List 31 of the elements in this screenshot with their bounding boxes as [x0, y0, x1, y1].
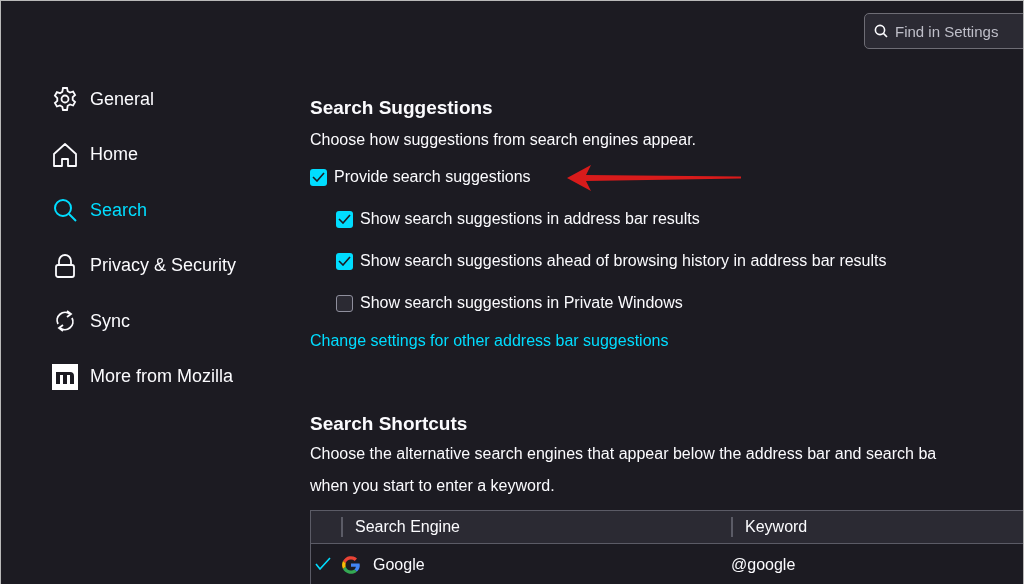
g-logo-icon [341, 555, 361, 575]
checkbox[interactable] [336, 210, 353, 228]
checkbox-label: Show search suggestions ahead of browsing history in address bar results [360, 252, 887, 270]
sidebar-item[interactable]: Sync [52, 301, 310, 341]
checkbox[interactable] [310, 168, 327, 186]
checkbox-label: Show search suggestions in address bar results [360, 210, 700, 228]
sidebar-item[interactable]: More from Mozilla [52, 356, 310, 397]
search-icon [874, 24, 888, 38]
sidebar-item[interactable]: Home [52, 134, 310, 175]
sidebar-item[interactable]: Search [52, 190, 310, 230]
engine-name: Google [373, 556, 425, 574]
checkbox[interactable] [336, 294, 353, 312]
sidebar-item[interactable]: General [52, 79, 310, 119]
checkbox-label: Show search suggestions in Private Windows [360, 294, 683, 312]
section-heading: Search Suggestions [310, 96, 494, 120]
section-heading: Search Shortcuts [310, 412, 469, 436]
settings-link[interactable]: Change settings for other address bar suggestions [310, 324, 669, 358]
lock-icon [52, 252, 78, 279]
check-icon[interactable] [315, 557, 331, 570]
search-icon [52, 197, 78, 223]
checkbox[interactable] [336, 252, 353, 270]
section-description: when you start to enter a keyword. [310, 476, 556, 496]
sidebar-item[interactable]: Privacy & Security [52, 245, 310, 286]
logo-icon [52, 363, 78, 390]
home-icon [52, 141, 78, 168]
engine-keyword: @google [731, 556, 796, 573]
section-description: Choose the alternative search engines that appear below the address bar and search ba [310, 444, 938, 464]
search-field[interactable]: Find in Settings [864, 13, 1023, 49]
section-description: Choose how suggestions from search engines appear. [310, 130, 697, 150]
checkbox-label: Provide search suggestions [334, 168, 531, 186]
settings-icon [52, 86, 78, 112]
